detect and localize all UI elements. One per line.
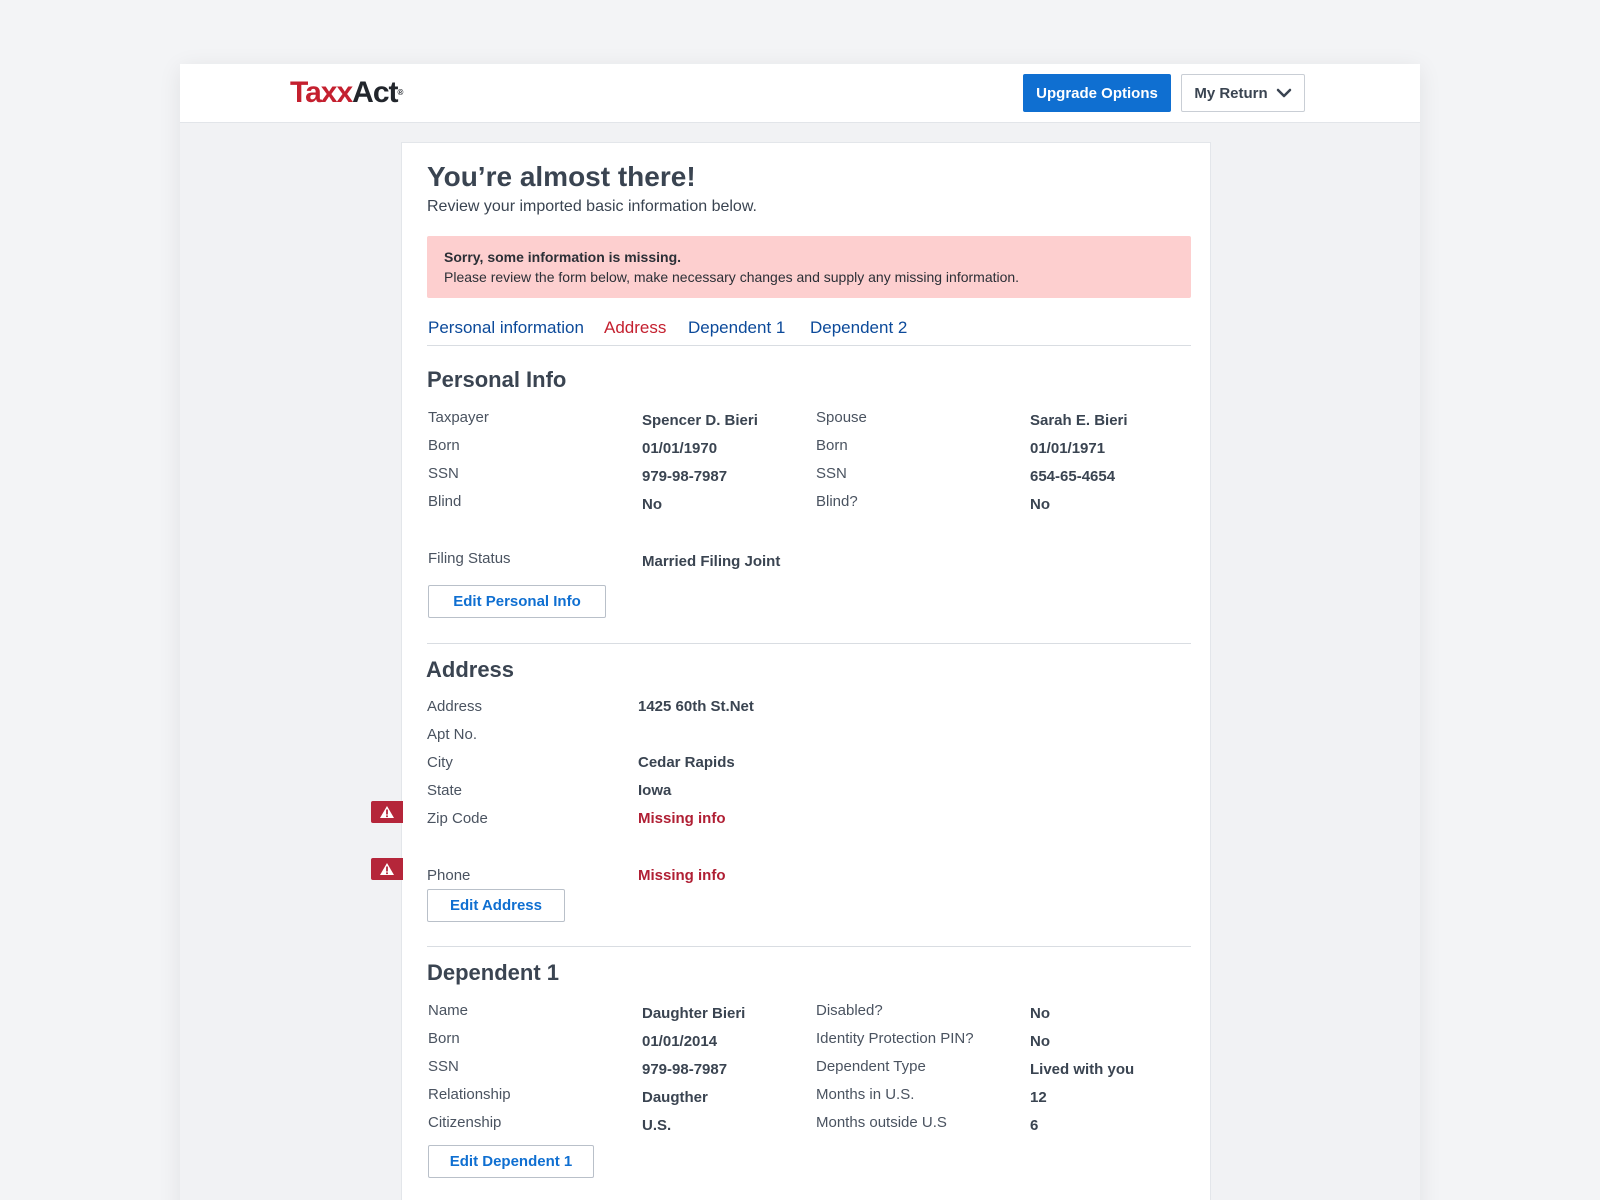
top-navigation-bar: TaxxAct® Upgrade Options My Return — [180, 64, 1420, 123]
edit-personal-info-button[interactable]: Edit Personal Info — [428, 585, 606, 618]
logo-registered-mark: ® — [397, 88, 404, 97]
taxpayer-ssn-label: SSN — [428, 465, 459, 482]
review-card: You’re almost there! Review your importe… — [401, 142, 1211, 1200]
apt-no-label: Apt No. — [427, 726, 478, 743]
taxpayer-born-value: 01/01/1970 — [642, 440, 718, 457]
identity-pin-value: No — [1030, 1033, 1050, 1050]
dependent-born-value: 01/01/2014 — [642, 1033, 718, 1050]
spouse-ssn-label: SSN — [816, 465, 847, 482]
alert-message: Please review the form below, make neces… — [444, 269, 1020, 285]
taxact-logo[interactable]: TaxxAct® — [290, 76, 403, 110]
months-in-us-value: 12 — [1030, 1089, 1047, 1106]
personal-info-heading: Personal Info — [427, 367, 567, 392]
taxpayer-label: Taxpayer — [428, 409, 489, 426]
spouse-born-value: 01/01/1971 — [1030, 440, 1106, 457]
address-label: Address — [427, 698, 483, 715]
dependent-relationship-value: Daugther — [642, 1089, 708, 1106]
address-value: 1425 60th St.Net — [638, 698, 754, 715]
dependent-1-heading: Dependent 1 — [427, 960, 560, 985]
spouse-name-value: Sarah E. Bieri — [1030, 412, 1128, 429]
phone-label: Phone — [427, 867, 471, 884]
zip-code-label: Zip Code — [427, 810, 488, 827]
taxpayer-name-value: Spencer D. Bieri — [642, 412, 758, 429]
dependent-type-label: Dependent Type — [816, 1058, 926, 1075]
address-divider — [427, 946, 1191, 947]
taxpayer-ssn-value: 979-98-7987 — [642, 468, 728, 485]
missing-info-alert: Sorry, some information is missing. Plea… — [427, 236, 1191, 298]
identity-pin-label: Identity Protection PIN? — [816, 1030, 974, 1047]
zip-code-warning-icon — [371, 801, 403, 823]
spouse-blind-label: Blind? — [816, 493, 858, 510]
taxpayer-blind-value: No — [642, 496, 662, 513]
taxpayer-blind-label: Blind — [428, 493, 462, 510]
filing-status-label: Filing Status — [428, 550, 511, 567]
disabled-label: Disabled? — [816, 1002, 883, 1019]
edit-dependent-1-button[interactable]: Edit Dependent 1 — [428, 1145, 594, 1178]
phone-missing-value: Missing info — [638, 867, 726, 884]
tab-dependent-2[interactable]: Dependent 2 — [810, 318, 907, 338]
months-outside-us-value: 6 — [1030, 1117, 1039, 1134]
city-value: Cedar Rapids — [638, 754, 735, 771]
spouse-born-label: Born — [816, 437, 848, 454]
chevron-down-icon — [1276, 88, 1291, 98]
page-title: You’re almost there! — [427, 161, 696, 192]
dependent-ssn-label: SSN — [428, 1058, 459, 1075]
filing-status-value: Married Filing Joint — [642, 553, 781, 570]
upgrade-options-button[interactable]: Upgrade Options — [1023, 74, 1171, 112]
dependent-citizenship-value: U.S. — [642, 1117, 672, 1134]
address-heading: Address — [426, 657, 515, 682]
personal-info-divider — [427, 643, 1191, 644]
spouse-blind-value: No — [1030, 496, 1050, 513]
dependent-ssn-value: 979-98-7987 — [642, 1061, 728, 1078]
my-return-dropdown[interactable]: My Return — [1181, 74, 1305, 112]
alert-title: Sorry, some information is missing. — [444, 249, 682, 265]
months-outside-us-label: Months outside U.S — [816, 1114, 947, 1131]
edit-address-button[interactable]: Edit Address — [427, 889, 565, 922]
dependent-name-label: Name — [428, 1002, 469, 1019]
disabled-value: No — [1030, 1005, 1050, 1022]
tab-dependent-1[interactable]: Dependent 1 — [688, 318, 785, 338]
app-window: TaxxAct® Upgrade Options My Return You’r… — [180, 64, 1420, 1200]
dependent-relationship-label: Relationship — [428, 1086, 511, 1103]
spouse-ssn-value: 654-65-4654 — [1030, 468, 1116, 485]
months-in-us-label: Months in U.S. — [816, 1086, 915, 1103]
spouse-label: Spouse — [816, 409, 867, 426]
state-label: State — [427, 782, 463, 799]
dependent-type-value: Lived with you — [1030, 1061, 1135, 1078]
logo-text-tax: Tax — [290, 76, 337, 109]
phone-warning-icon — [371, 858, 403, 880]
city-label: City — [427, 754, 453, 771]
tabs-divider — [427, 345, 1191, 346]
dependent-name-value: Daughter Bieri — [642, 1005, 746, 1022]
my-return-label: My Return — [1194, 84, 1268, 102]
taxpayer-born-label: Born — [428, 437, 460, 454]
tab-address[interactable]: Address — [604, 318, 666, 338]
dependent-born-label: Born — [428, 1030, 460, 1047]
logo-text-x: x — [336, 76, 353, 109]
logo-text-act: Act — [352, 76, 398, 109]
zip-code-missing-value: Missing info — [638, 810, 726, 827]
page-subtitle: Review your imported basic information b… — [427, 198, 757, 215]
tab-personal-information[interactable]: Personal information — [428, 318, 584, 338]
state-value: Iowa — [638, 782, 672, 799]
dependent-citizenship-label: Citizenship — [428, 1114, 502, 1131]
